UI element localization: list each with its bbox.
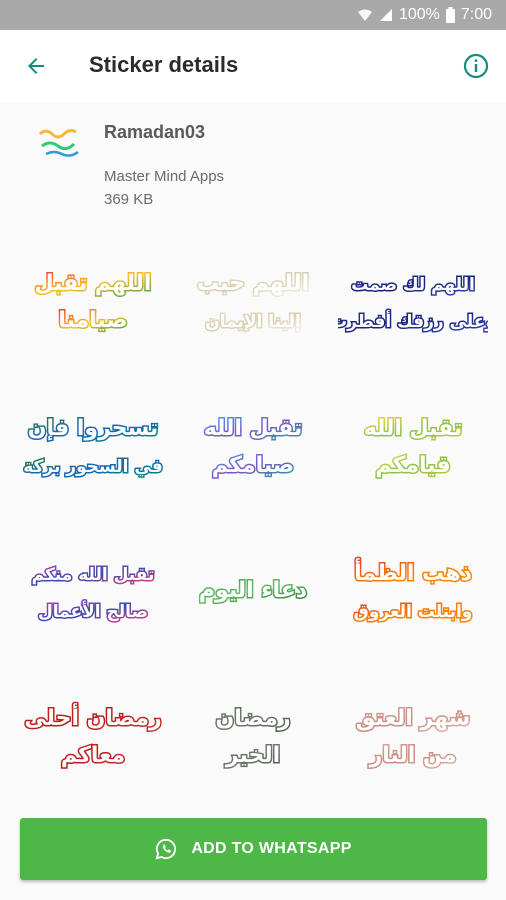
sticker-text: تقبل الله منكم <box>32 565 155 585</box>
sticker-item[interactable]: تسحروا فإن في السحور بركة <box>18 390 168 500</box>
signal-icon <box>379 8 393 22</box>
sticker-image: شهر العتق من النار <box>354 705 472 770</box>
sticker-image: اللهم تقبل صيامنا <box>33 270 153 335</box>
sticker-item[interactable]: دعاء اليوم <box>178 535 328 645</box>
sticker-text: وعلى رزقك أفطرت <box>338 310 488 332</box>
sticker-image: تقبل الله منكم صالح الأعمال <box>30 564 156 624</box>
sticker-text: الخير <box>225 743 280 768</box>
sticker-item[interactable]: اللهم تقبل صيامنا <box>18 245 168 355</box>
add-button-label: ADD TO WHATSAPP <box>191 840 352 857</box>
info-icon <box>463 53 489 79</box>
pack-header: Ramadan03 Master Mind Apps 369 KB <box>0 102 506 232</box>
sticker-text: شهر العتق <box>356 706 471 731</box>
sticker-image: تسحروا فإن في السحور بركة <box>22 415 165 479</box>
sticker-item[interactable]: ذهب الظمأ وابتلت العروق <box>338 535 488 645</box>
sticker-text: صيامكم <box>212 453 294 478</box>
sticker-text: اللهم تقبل <box>35 271 152 296</box>
sticker-text: تسحروا فإن <box>28 416 159 441</box>
sticker-text: إلينا الإيمان <box>205 312 301 332</box>
status-bar: 100% 7:00 <box>0 0 506 30</box>
sticker-item[interactable]: شهر العتق من النار <box>338 680 488 790</box>
sticker-image: رمضان الخير <box>214 705 292 770</box>
sticker-text: معاكم <box>61 743 125 768</box>
pack-tray-icon <box>36 122 84 160</box>
add-to-whatsapp-button[interactable]: ADD TO WHATSAPP <box>20 818 487 880</box>
sticker-text: اللهم لك صمت <box>351 275 475 295</box>
sticker-item[interactable]: رمضان الخير <box>178 680 328 790</box>
app-bar: Sticker details <box>0 30 506 102</box>
sticker-text: في السحور بركة <box>23 457 163 477</box>
sticker-image: اللهم حبب إلينا الإيمان <box>195 270 310 334</box>
sticker-text: وابتلت العروق <box>354 602 473 622</box>
sticker-item[interactable]: تقبل الله منكم صالح الأعمال <box>18 535 168 645</box>
sticker-text: صالح الأعمال <box>38 601 148 622</box>
sticker-image: رمضان أحلى معاكم <box>23 701 163 770</box>
sticker-text: ذهب الظمأ <box>354 557 472 586</box>
sticker-text: تقبل الله <box>204 416 303 441</box>
arrow-back-icon <box>28 58 44 74</box>
sticker-text: قيامكم <box>375 453 450 478</box>
pack-name: Ramadan03 <box>104 122 206 142</box>
sticker-image: ذهب الظمأ وابتلت العروق <box>352 556 474 624</box>
pack-size: 369 KB <box>104 191 154 208</box>
sticker-item[interactable]: تقبل الله صيامكم <box>178 390 328 500</box>
sticker-image: تقبل الله قيامكم <box>362 415 464 480</box>
clock: 7:00 <box>460 6 492 23</box>
sticker-grid: اللهم تقبل صيامنا اللهم حبب إلينا الإيمان ال… <box>0 245 506 815</box>
sticker-image: اللهم لك صمت وعلى رزقك أفطرت <box>338 274 488 334</box>
sticker-text: دعاء اليوم <box>199 578 307 603</box>
info-button[interactable] <box>460 50 492 82</box>
sticker-text: تقبل الله <box>364 416 463 441</box>
sticker-item[interactable]: اللهم لك صمت وعلى رزقك أفطرت <box>338 245 488 355</box>
sticker-item[interactable]: رمضان أحلى معاكم <box>18 680 168 790</box>
sticker-text: من النار <box>369 743 457 768</box>
wifi-icon <box>357 8 373 22</box>
sticker-item[interactable]: اللهم حبب إلينا الإيمان <box>178 245 328 355</box>
sticker-text: رمضان أحلى <box>24 702 161 731</box>
sticker-image: دعاء اليوم <box>197 577 308 605</box>
whatsapp-icon <box>155 838 177 860</box>
sticker-text: رمضان <box>215 706 290 731</box>
sticker-image: تقبل الله صيامكم <box>202 415 304 480</box>
battery-percentage: 100% <box>398 6 440 23</box>
sticker-text: صيامنا <box>58 308 127 333</box>
page-title: Sticker details <box>89 52 239 77</box>
back-button[interactable] <box>20 50 52 82</box>
pack-publisher: Master Mind Apps <box>104 168 225 185</box>
sticker-text: اللهم حبب <box>197 271 309 296</box>
battery-icon <box>445 7 455 23</box>
sticker-item[interactable]: تقبل الله قيامكم <box>338 390 488 500</box>
